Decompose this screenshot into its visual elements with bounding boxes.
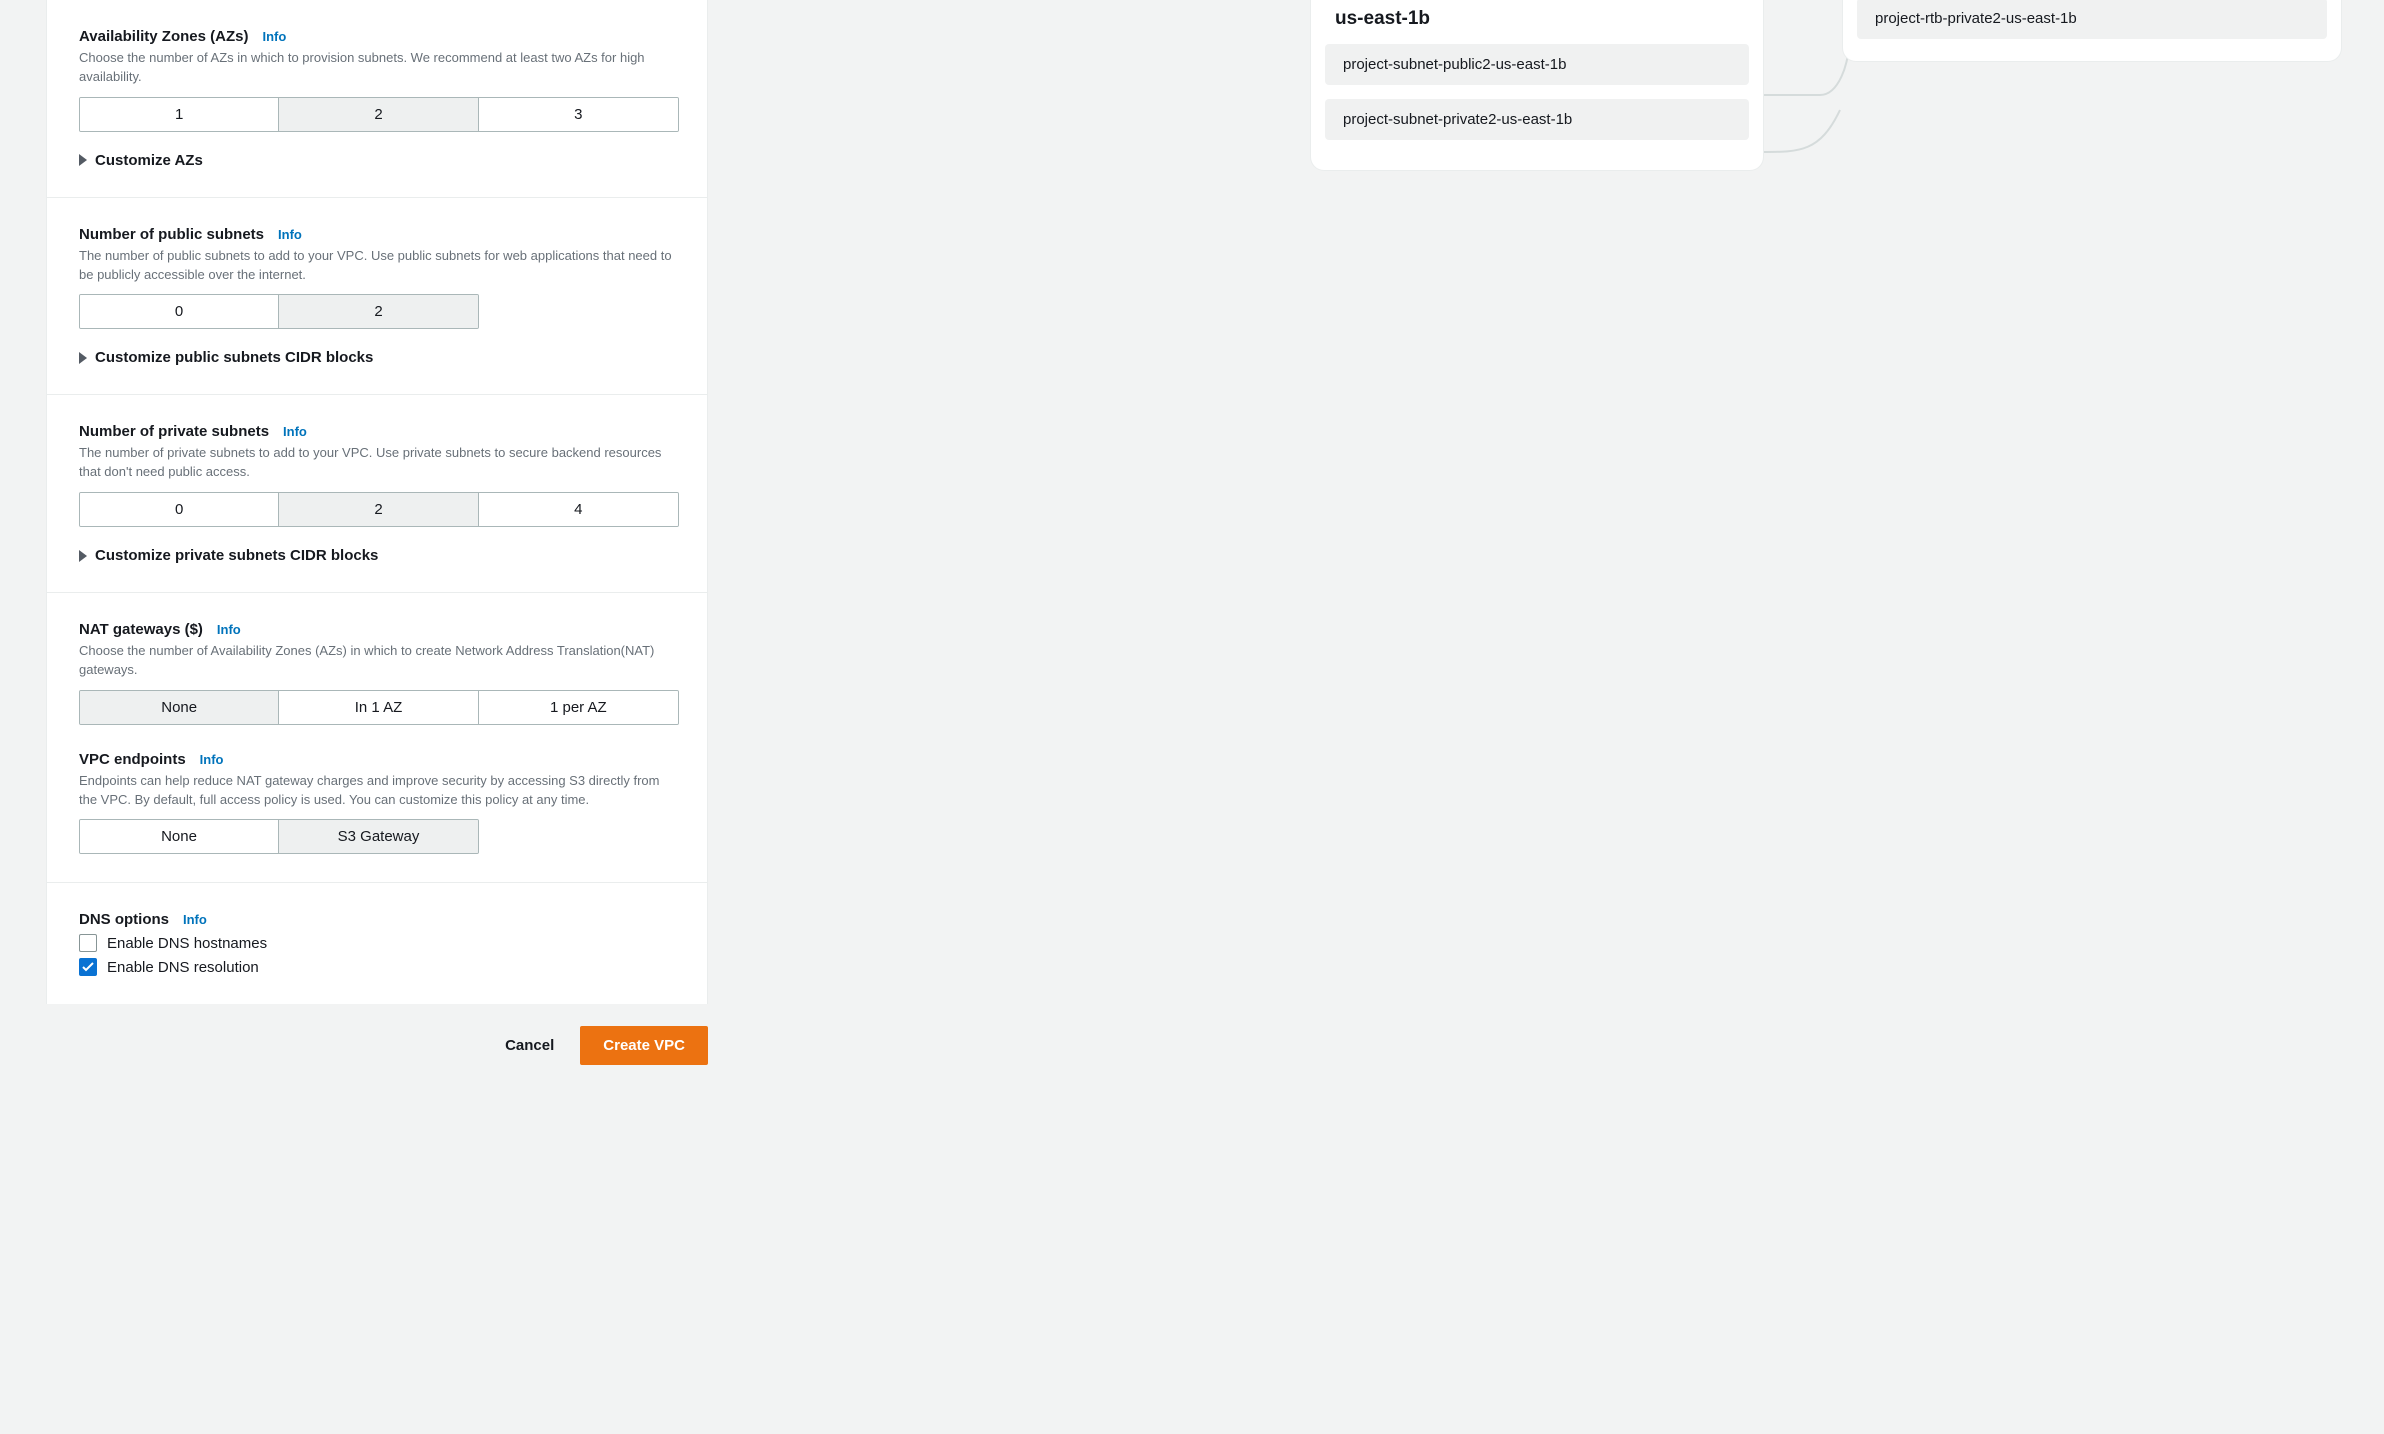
segment-option[interactable]: 1 per AZ bbox=[479, 691, 678, 724]
segment-option[interactable]: S3 Gateway bbox=[279, 820, 478, 853]
nat-gateways-field: NAT gateways ($) Info Choose the number … bbox=[79, 621, 675, 725]
caret-right-icon bbox=[79, 154, 87, 166]
customize-public-cidr-label: Customize public subnets CIDR blocks bbox=[95, 349, 373, 366]
customize-private-cidr-label: Customize private subnets CIDR blocks bbox=[95, 547, 378, 564]
dns-resolution-row[interactable]: Enable DNS resolution bbox=[79, 958, 675, 976]
public-subnets-info-link[interactable]: Info bbox=[278, 227, 302, 242]
private-subnets-field: Number of private subnets Info The numbe… bbox=[79, 423, 675, 564]
customize-azs-toggle[interactable]: Customize AZs bbox=[79, 152, 675, 169]
dns-hostnames-row[interactable]: Enable DNS hostnames bbox=[79, 934, 675, 952]
vpce-label: VPC endpoints bbox=[79, 751, 186, 768]
vpce-desc: Endpoints can help reduce NAT gateway ch… bbox=[79, 772, 675, 810]
az-segmented: 123 bbox=[79, 97, 679, 132]
private-subnets-info-link[interactable]: Info bbox=[283, 424, 307, 439]
customize-public-cidr-toggle[interactable]: Customize public subnets CIDR blocks bbox=[79, 349, 675, 366]
segment-option[interactable]: 2 bbox=[279, 493, 478, 526]
az-subnets-card: us-east-1b project-subnet-public2-us-eas… bbox=[1310, 0, 1764, 171]
public-subnets-segmented: 02 bbox=[79, 294, 479, 329]
cancel-button[interactable]: Cancel bbox=[501, 1029, 558, 1062]
customize-azs-label: Customize AZs bbox=[95, 152, 203, 169]
az-label: Availability Zones (AZs) bbox=[79, 28, 248, 45]
availability-zones-field: Availability Zones (AZs) Info Choose the… bbox=[79, 28, 675, 169]
public-subnets-label: Number of public subnets bbox=[79, 226, 264, 243]
caret-right-icon bbox=[79, 352, 87, 364]
segment-option[interactable]: 3 bbox=[479, 98, 678, 131]
caret-right-icon bbox=[79, 550, 87, 562]
dns-options-field: DNS options Info Enable DNS hostnames En… bbox=[79, 911, 675, 976]
dns-hostnames-checkbox[interactable] bbox=[79, 934, 97, 952]
segment-option[interactable]: 2 bbox=[279, 295, 478, 328]
dns-hostnames-label: Enable DNS hostnames bbox=[107, 935, 267, 952]
dns-info-link[interactable]: Info bbox=[183, 912, 207, 927]
customize-private-cidr-toggle[interactable]: Customize private subnets CIDR blocks bbox=[79, 547, 675, 564]
private-subnets-desc: The number of private subnets to add to … bbox=[79, 444, 675, 482]
dns-label: DNS options bbox=[79, 911, 169, 928]
vpce-info-link[interactable]: Info bbox=[200, 752, 224, 767]
nat-desc: Choose the number of Availability Zones … bbox=[79, 642, 675, 680]
segment-option[interactable]: 1 bbox=[80, 98, 279, 131]
public-subnets-field: Number of public subnets Info The number… bbox=[79, 226, 675, 367]
dns-resolution-checkbox[interactable] bbox=[79, 958, 97, 976]
segment-option[interactable]: In 1 AZ bbox=[279, 691, 478, 724]
nat-info-link[interactable]: Info bbox=[217, 622, 241, 637]
subnet-item[interactable]: project-subnet-private2-us-east-1b bbox=[1325, 99, 1749, 140]
nat-label: NAT gateways ($) bbox=[79, 621, 203, 638]
segment-option[interactable]: 0 bbox=[80, 295, 279, 328]
segment-option[interactable]: None bbox=[80, 691, 279, 724]
segment-option[interactable]: 4 bbox=[479, 493, 678, 526]
route-table-item[interactable]: project-rtb-private2-us-east-1b bbox=[1857, 0, 2327, 39]
vpc-endpoints-field: VPC endpoints Info Endpoints can help re… bbox=[79, 751, 675, 855]
vpce-segmented: NoneS3 Gateway bbox=[79, 819, 479, 854]
segment-option[interactable]: 0 bbox=[80, 493, 279, 526]
az-desc: Choose the number of AZs in which to pro… bbox=[79, 49, 675, 87]
segment-option[interactable]: 2 bbox=[279, 98, 478, 131]
dns-resolution-label: Enable DNS resolution bbox=[107, 959, 259, 976]
subnet-item[interactable]: project-subnet-public2-us-east-1b bbox=[1325, 44, 1749, 85]
route-tables-card: project-rtb-private2-us-east-1b bbox=[1842, 0, 2342, 62]
az-info-link[interactable]: Info bbox=[262, 29, 286, 44]
segment-option[interactable]: None bbox=[80, 820, 279, 853]
create-vpc-button[interactable]: Create VPC bbox=[580, 1026, 708, 1065]
private-subnets-label: Number of private subnets bbox=[79, 423, 269, 440]
az-name: us-east-1b bbox=[1335, 8, 1749, 30]
nat-segmented: NoneIn 1 AZ1 per AZ bbox=[79, 690, 679, 725]
public-subnets-desc: The number of public subnets to add to y… bbox=[79, 247, 675, 285]
private-subnets-segmented: 024 bbox=[79, 492, 679, 527]
